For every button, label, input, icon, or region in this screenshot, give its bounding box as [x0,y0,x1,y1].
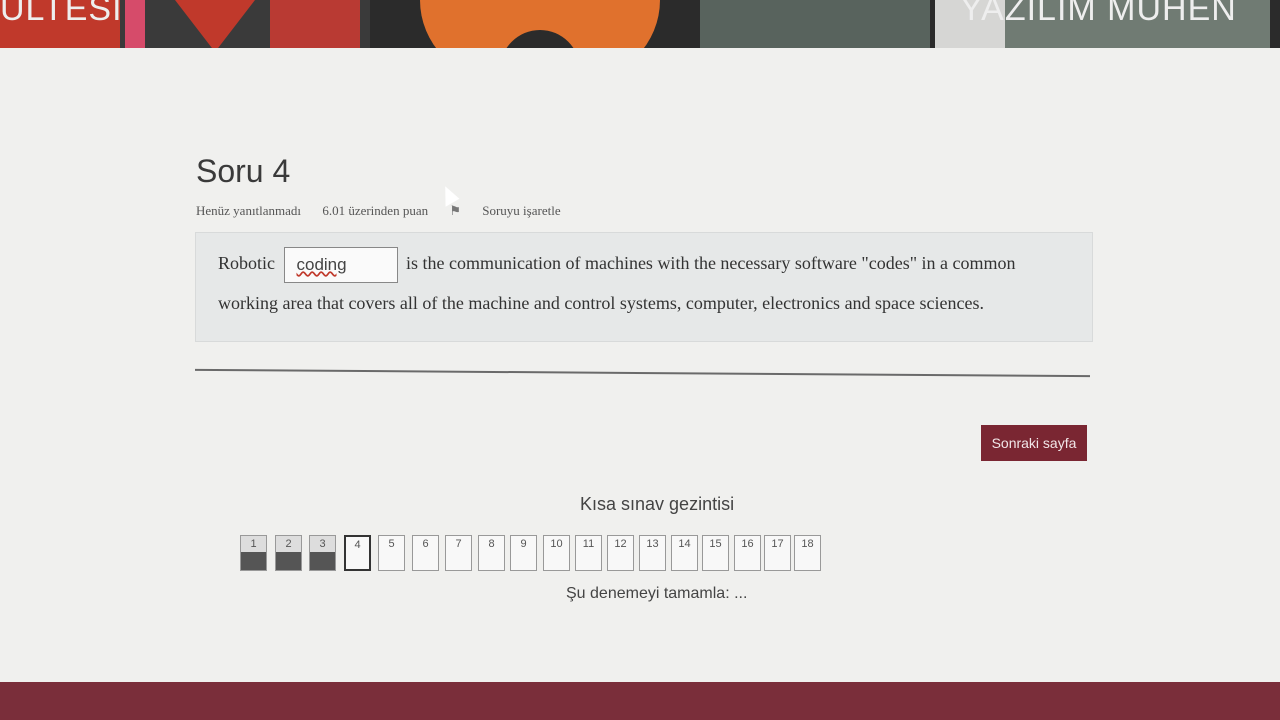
quiz-nav-button-3[interactable]: 3 [309,535,336,571]
question-box: Robotic coding is the communication of m… [195,232,1093,342]
quiz-nav-button-17[interactable]: 17 [764,535,791,571]
quiz-nav-button-14[interactable]: 14 [671,535,698,571]
quiz-nav-button-1[interactable]: 1 [240,535,267,571]
flag-question-link[interactable]: ⚑ Soruyu işaretle [449,203,578,218]
question-meta: Henüz yanıtlanmadı 6.01 üzerinden puan ⚑… [196,203,597,219]
banner-shape [175,0,255,52]
question-status: Henüz yanıtlanmadı [196,203,302,218]
question-title: Soru 4 [196,153,291,189]
quiz-nav-button-13[interactable]: 13 [639,535,666,571]
flag-label: Soruyu işaretle [482,203,561,218]
quiz-nav-button-15[interactable]: 15 [702,535,729,571]
quiz-nav-button-5[interactable]: 5 [378,535,405,571]
quiz-navigation-title: Kısa sınav gezintisi [580,494,735,514]
quiz-nav-button-18[interactable]: 18 [794,535,821,571]
next-page-button[interactable]: Sonraki sayfa [981,425,1087,461]
question-text: Robotic coding is the communication of m… [218,243,1078,323]
answer-value: coding [296,254,347,274]
banner-text-left: ÜLTESİ [0,0,123,28]
banner-text-right: YAZILIM MÜHEN [960,0,1237,28]
quiz-nav-button-9[interactable]: 9 [510,535,537,571]
quiz-nav-button-2[interactable]: 2 [275,535,302,571]
quiz-nav-button-11[interactable]: 11 [575,535,602,571]
quiz-nav-button-4[interactable]: 4 [344,535,371,571]
quiz-nav-button-10[interactable]: 10 [543,535,570,571]
quiz-nav-button-7[interactable]: 7 [445,535,472,571]
flag-icon: ⚑ [449,203,461,218]
question-points: 6.01 üzerinden puan [322,203,429,218]
finish-attempt-link[interactable]: Şu denemeyi tamamla: ... [566,585,747,603]
banner-shape [270,0,360,55]
question-text-before: Robotic [218,253,275,273]
answer-input[interactable]: coding [283,246,398,283]
quiz-nav-button-8[interactable]: 8 [478,535,505,571]
footer-bar [0,682,1280,720]
banner-shape [125,0,145,50]
quiz-nav-button-12[interactable]: 12 [607,535,634,571]
quiz-nav-button-16[interactable]: 16 [734,535,761,571]
quiz-nav-button-6[interactable]: 6 [412,535,439,571]
